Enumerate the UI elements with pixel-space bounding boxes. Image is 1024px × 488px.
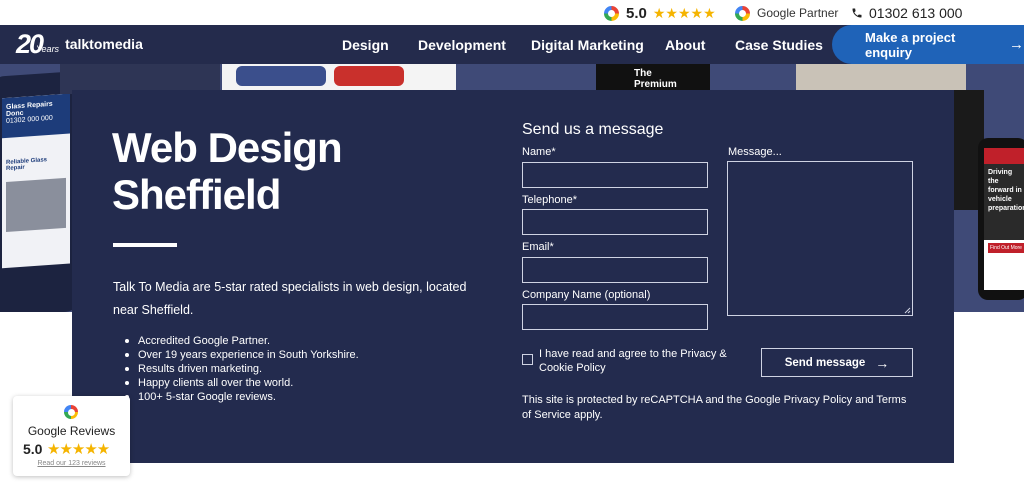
arrow-right-icon: → — [875, 354, 890, 371]
page-title-line2: Sheffield — [112, 171, 281, 218]
logo-wordmark: talktomedia — [65, 36, 143, 52]
email-label: Email* — [522, 241, 554, 253]
rating-value: 5.0 — [626, 4, 647, 22]
premium-line2: Premium — [634, 79, 677, 90]
google-partner-label: Google Partner — [757, 6, 839, 20]
driving-text: Driving the forward in vehicle preparati… — [984, 164, 1024, 240]
google-reviews-badge[interactable]: Google Reviews 5.0 ★★★★★ Read our 123 re… — [13, 396, 130, 476]
telephone-input[interactable] — [522, 209, 708, 235]
page-title: Web Design Sheffield — [112, 124, 343, 218]
find-out-more: Find Out More — [988, 243, 1024, 253]
tablet-mockup: Glass Repairs Donc 01302 000 000 Reliabl… — [0, 70, 80, 312]
arrow-right-icon: → — [1009, 36, 1024, 53]
feature-list: Accredited Google Partner. Over 19 years… — [125, 334, 359, 404]
logo[interactable]: 20 Years talktomedia — [16, 28, 143, 60]
top-info-bar: 5.0 ★★★★★ Google Partner 01302 613 000 — [0, 0, 1024, 25]
interior-photo — [796, 64, 966, 90]
phone-number: 01302 613 000 — [869, 5, 963, 21]
name-label: Name* — [522, 146, 556, 158]
nav-item-development[interactable]: Development — [418, 25, 506, 64]
company-input[interactable] — [522, 304, 708, 330]
premium-line1: The — [634, 68, 652, 79]
google-icon — [64, 405, 78, 419]
page-title-line1: Web Design — [112, 124, 343, 171]
phone-icon — [852, 8, 862, 18]
nav-item-about[interactable]: About — [665, 25, 705, 64]
reliable-heading: Reliable Glass Repair — [6, 157, 48, 173]
reviews-score: 5.0 — [23, 441, 43, 457]
consent-label[interactable]: I have read and agree to the Privacy & C… — [539, 347, 739, 375]
cars-screenshot — [222, 64, 456, 90]
main-navigation: 20 Years talktomedia Design Development … — [0, 25, 1024, 64]
reviews-stars: ★★★★★ — [47, 441, 110, 458]
list-item: Happy clients all over the world. — [125, 376, 359, 390]
reviews-title: Google Reviews — [27, 424, 116, 438]
nav-item-case-studies[interactable]: Case Studies — [735, 25, 823, 64]
email-input[interactable] — [522, 257, 708, 283]
resize-handle-icon[interactable] — [904, 307, 911, 314]
project-enquiry-label: Make a project enquiry — [865, 29, 956, 60]
recaptcha-notice: This site is protected by reCAPTCHA and … — [522, 394, 907, 421]
intro-text: Talk To Media are 5-star rated specialis… — [113, 280, 467, 317]
message-textarea[interactable] — [727, 161, 913, 316]
google-rating[interactable]: 5.0 ★★★★★ — [604, 3, 716, 23]
google-partner[interactable]: Google Partner — [735, 3, 838, 23]
send-message-label: Send message — [784, 356, 866, 369]
phone-link[interactable]: 01302 613 000 — [851, 3, 962, 23]
form-title: Send us a message — [522, 121, 664, 138]
consent-checkbox[interactable] — [522, 354, 533, 365]
rating-stars: ★★★★★ — [652, 4, 716, 21]
company-label: Company Name (optional) — [522, 289, 651, 301]
logo-20-years: 20 — [16, 28, 44, 59]
list-item: Accredited Google Partner. — [125, 334, 359, 348]
nav-item-digital-marketing[interactable]: Digital Marketing — [531, 25, 644, 64]
telephone-label: Telephone* — [522, 194, 578, 206]
list-item: 100+ 5-star Google reviews. — [125, 390, 359, 404]
google-icon — [604, 5, 619, 21]
title-divider — [113, 243, 177, 247]
project-enquiry-button[interactable]: Make a project enquiry → — [832, 25, 1024, 64]
read-reviews-link[interactable]: Read our 123 reviews — [13, 460, 130, 467]
premium-screenshot: The Premium — [596, 64, 710, 90]
send-message-button[interactable]: Send message → — [761, 348, 913, 377]
nav-item-design[interactable]: Design — [342, 25, 389, 64]
name-input[interactable] — [522, 162, 708, 188]
list-item: Over 19 years experience in South Yorksh… — [125, 348, 359, 362]
phone-mockup: Driving the forward in vehicle preparati… — [978, 138, 1024, 300]
message-label: Message... — [728, 146, 782, 158]
google-icon — [735, 5, 750, 21]
list-item: Results driven marketing. — [125, 362, 359, 376]
